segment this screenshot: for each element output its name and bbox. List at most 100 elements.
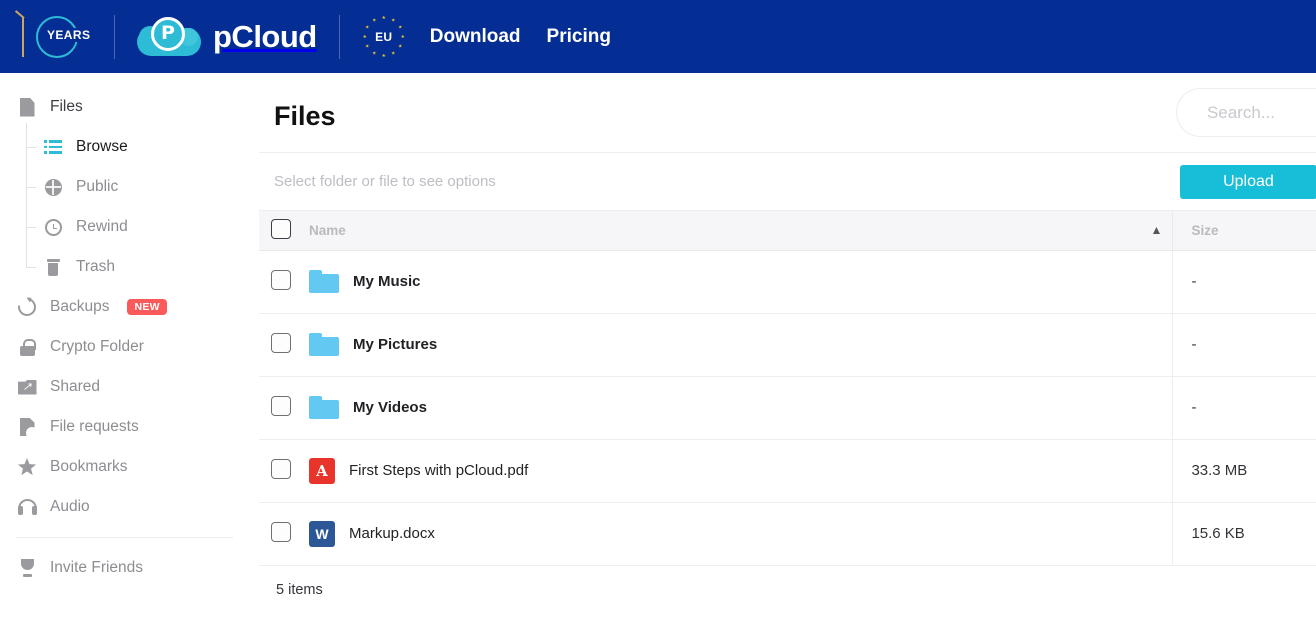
row-name-cell: A First Steps with pCloud.pdf [307, 439, 1173, 502]
years-digit-one-icon [22, 17, 24, 57]
row-name-cell: My Videos [307, 376, 1173, 439]
row-checkbox[interactable] [271, 522, 291, 542]
word-file-icon: W [309, 521, 335, 547]
folder-icon [309, 396, 339, 419]
sidebar-item-label: Files [50, 98, 83, 116]
row-checkbox[interactable] [271, 396, 291, 416]
table-row[interactable]: My Pictures - [259, 313, 1316, 376]
row-checkbox-cell [259, 313, 307, 376]
sidebar-item-bookmarks[interactable]: Bookmarks [0, 447, 259, 487]
sidebar-item-shared[interactable]: Shared [0, 367, 259, 407]
sidebar-item-crypto-folder[interactable]: Crypto Folder [0, 327, 259, 367]
rewind-icon [42, 216, 64, 238]
file-name[interactable]: My Videos [353, 399, 427, 416]
sidebar-item-label: Browse [76, 138, 128, 156]
file-name[interactable]: My Music [353, 273, 421, 290]
select-all-checkbox[interactable] [271, 219, 291, 239]
sidebar-item-rewind[interactable]: Rewind [0, 207, 259, 247]
cloud-p-letter-icon: P [151, 17, 185, 51]
sidebar-item-invite-friends[interactable]: Invite Friends [0, 548, 259, 588]
sidebar: Files Browse Public Rewind Trash [0, 73, 259, 624]
nav-divider-2 [339, 15, 340, 59]
trash-icon [42, 256, 64, 278]
table-header-row: Name ▲ Size [259, 211, 1316, 250]
column-header-size-label: Size [1191, 223, 1218, 238]
shared-folder-icon [16, 376, 38, 398]
sidebar-item-file-requests[interactable]: File requests [0, 407, 259, 447]
list-icon [42, 136, 64, 158]
row-checkbox[interactable] [271, 459, 291, 479]
item-count: 5 items [259, 566, 1316, 598]
sidebar-item-browse[interactable]: Browse [0, 127, 259, 167]
column-header-name[interactable]: Name ▲ [307, 211, 1173, 250]
table-row[interactable]: My Videos - [259, 376, 1316, 439]
pcloud-logo-link[interactable]: P pCloud [137, 16, 317, 58]
eu-label: EU [362, 30, 406, 44]
lock-icon [16, 336, 38, 358]
sidebar-item-files[interactable]: Files [0, 87, 259, 127]
column-header-name-label: Name [309, 223, 346, 238]
nav-divider [114, 15, 115, 59]
ten-years-anniversary-logo: YEARS [18, 11, 92, 63]
folder-icon [309, 333, 339, 356]
document-icon [16, 96, 38, 118]
file-request-icon [16, 416, 38, 438]
row-checkbox[interactable] [271, 270, 291, 290]
eu-badge-icon: EU [362, 15, 406, 59]
file-name[interactable]: My Pictures [353, 336, 437, 353]
row-checkbox-cell [259, 439, 307, 502]
table-row[interactable]: A First Steps with pCloud.pdf 33.3 MB [259, 439, 1316, 502]
file-name[interactable]: First Steps with pCloud.pdf [349, 462, 528, 479]
sidebar-item-backups[interactable]: Backups NEW [0, 287, 259, 327]
main-header: Files Search... [259, 73, 1316, 153]
backup-icon [16, 296, 38, 318]
column-header-size[interactable]: Size [1173, 211, 1316, 250]
selection-hint: Select folder or file to see options [274, 173, 496, 190]
row-name-cell: My Pictures [307, 313, 1173, 376]
sort-ascending-icon[interactable]: ▲ [1151, 223, 1163, 237]
sidebar-item-label: Invite Friends [50, 559, 143, 577]
sidebar-item-label: Shared [50, 378, 100, 396]
row-checkbox[interactable] [271, 333, 291, 353]
sidebar-item-label: Rewind [76, 218, 128, 236]
headphones-icon [16, 496, 38, 518]
table-row[interactable]: W Markup.docx 15.6 KB [259, 502, 1316, 565]
trophy-icon [16, 557, 38, 579]
file-table: Name ▲ Size My Music [259, 211, 1316, 566]
sidebar-item-label: Audio [50, 498, 90, 516]
sidebar-item-label: Backups [50, 298, 109, 316]
row-size: 15.6 KB [1173, 502, 1316, 565]
table-row[interactable]: My Music - [259, 250, 1316, 313]
top-navigation-bar: YEARS P pCloud EU Download Pric [0, 0, 1316, 73]
row-name-cell: W Markup.docx [307, 502, 1173, 565]
row-name-cell: My Music [307, 250, 1173, 313]
search-input[interactable]: Search... [1176, 88, 1316, 137]
years-label: YEARS [44, 28, 93, 42]
sidebar-item-label: File requests [50, 418, 139, 436]
brand-name: pCloud [213, 19, 317, 55]
row-checkbox-cell [259, 376, 307, 439]
select-all-header [259, 211, 307, 250]
sidebar-item-label: Bookmarks [50, 458, 128, 476]
row-size: - [1173, 250, 1316, 313]
pdf-file-icon: A [309, 458, 335, 484]
sidebar-item-public[interactable]: Public [0, 167, 259, 207]
sidebar-item-label: Trash [76, 258, 115, 276]
main-content: Files Search... Select folder or file to… [259, 73, 1316, 624]
row-size: - [1173, 313, 1316, 376]
folder-icon [309, 270, 339, 293]
sidebar-files-subtree: Browse Public Rewind Trash [0, 127, 259, 287]
page-title: Files [274, 93, 336, 132]
file-name[interactable]: Markup.docx [349, 525, 435, 542]
nav-link-pricing[interactable]: Pricing [547, 26, 611, 48]
sidebar-item-audio[interactable]: Audio [0, 487, 259, 527]
sidebar-item-label: Crypto Folder [50, 338, 144, 356]
upload-button[interactable]: Upload [1180, 165, 1316, 199]
row-checkbox-cell [259, 502, 307, 565]
sidebar-divider [16, 537, 233, 538]
status-badge-new: NEW [127, 299, 166, 315]
star-icon [16, 456, 38, 478]
nav-link-download[interactable]: Download [430, 26, 521, 48]
row-size: 33.3 MB [1173, 439, 1316, 502]
sidebar-item-trash[interactable]: Trash [0, 247, 259, 287]
